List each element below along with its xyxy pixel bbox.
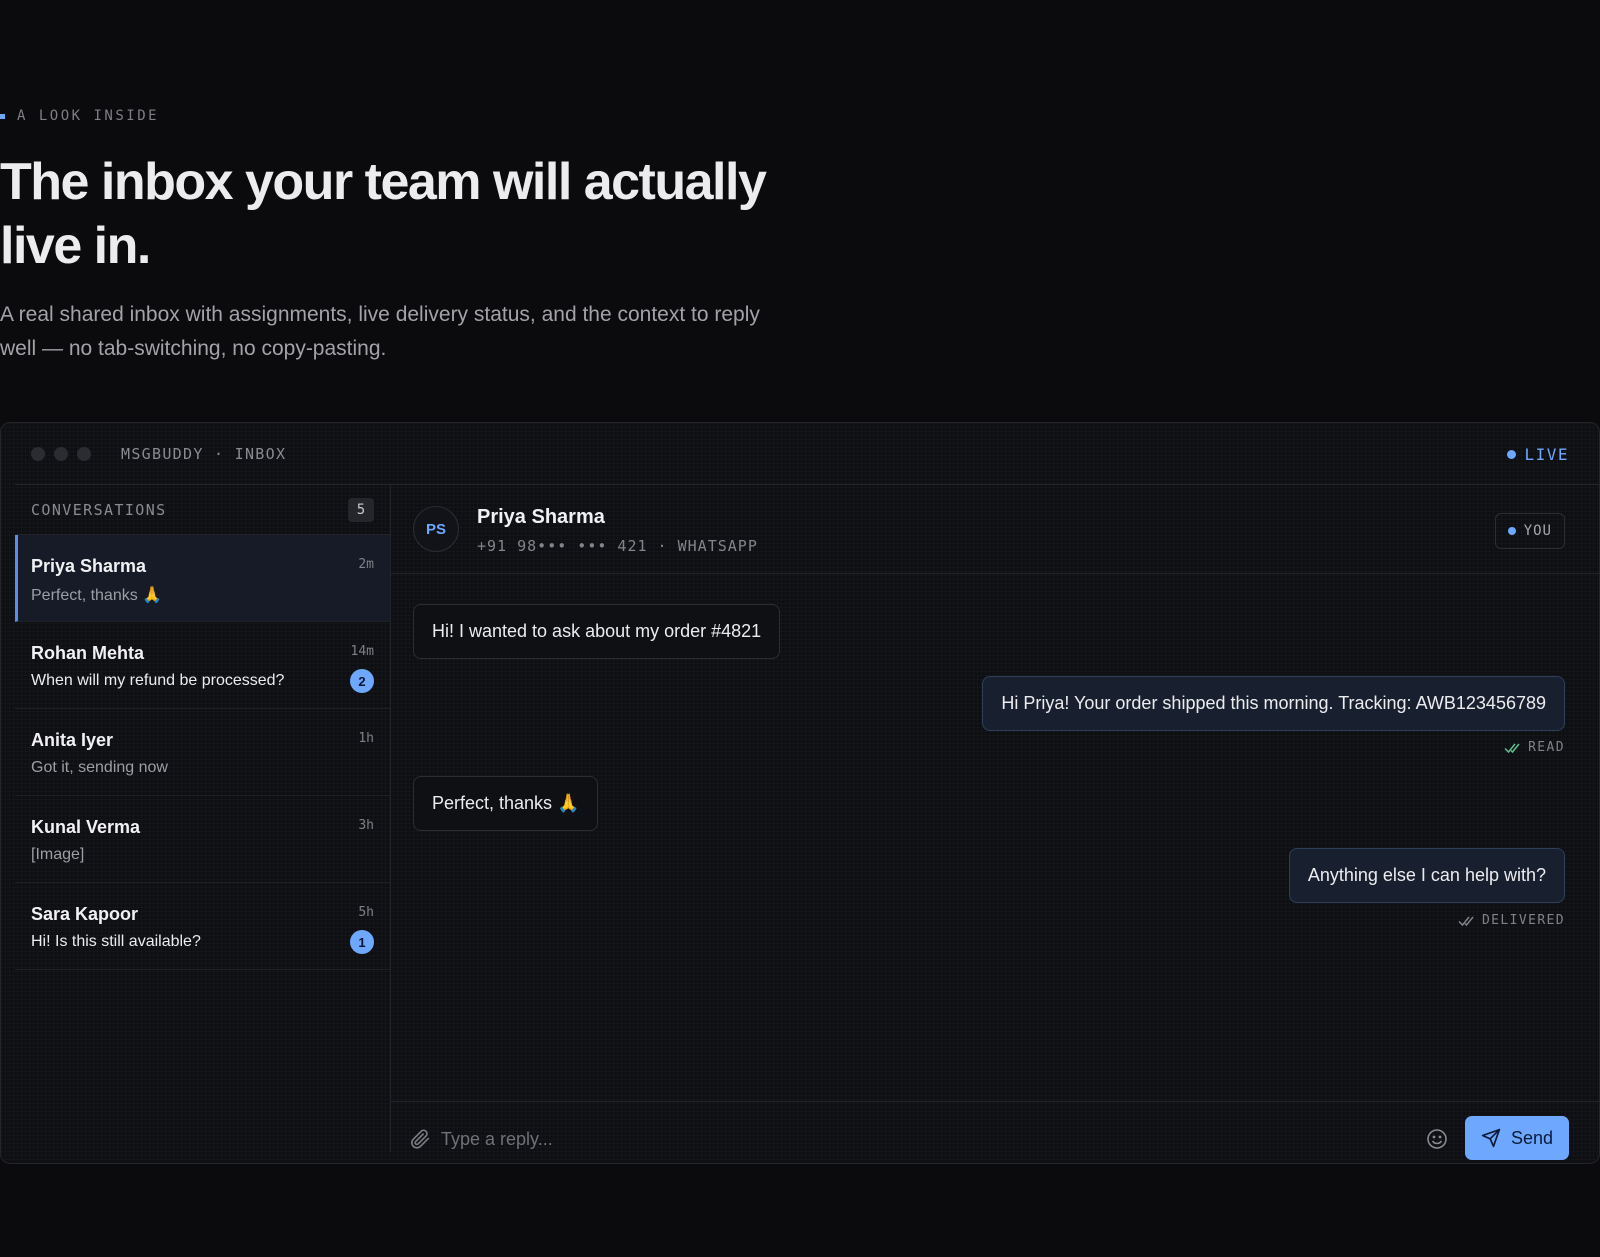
message-status-label: READ: [1528, 740, 1565, 755]
conversation-item[interactable]: Rohan Mehta 14m When will my refund be p…: [15, 622, 390, 709]
conversation-preview: Got it, sending now: [31, 759, 168, 776]
window-dot-maximize: [77, 446, 91, 461]
double-check-icon: [1504, 743, 1520, 753]
window-titlebar: MSGBUDDY · INBOX: [15, 423, 1599, 485]
conversation-preview: Perfect, thanks 🙏: [31, 587, 163, 604]
assignee-dot-icon: [1507, 527, 1516, 535]
sidebar-title: CONVERSATIONS: [31, 500, 167, 519]
conversation-time: 14m: [350, 644, 374, 659]
sidebar-header: CONVERSATIONS 5: [15, 485, 390, 535]
conversation-name: Sara Kapoor: [31, 904, 139, 924]
avatar: PS: [413, 506, 459, 552]
reply-input[interactable]: [441, 1122, 1341, 1156]
message-thread: Hi! I wanted to ask about my order #4821…: [391, 574, 1599, 1064]
conversation-item[interactable]: Kunal Verma 3h [Image]: [15, 796, 390, 883]
conversation-name: Rohan Mehta: [31, 643, 145, 663]
send-button[interactable]: Send: [1465, 1116, 1569, 1160]
window-dot-close: [31, 446, 45, 461]
message-bubble-incoming: Perfect, thanks 🙏: [413, 776, 599, 831]
hero-subhead: A real shared inbox with assignments, li…: [0, 303, 760, 360]
live-label: LIVE: [1524, 445, 1569, 464]
conversation-item[interactable]: Sara Kapoor 5h Hi! Is this still availab…: [15, 883, 390, 970]
chat-header: PS Priya Sharma +91 98••• ••• 421 · WHAT…: [391, 485, 1599, 574]
live-indicator: LIVE: [1507, 445, 1569, 464]
window-controls: [31, 446, 91, 461]
conversation-count-badge: 5: [348, 497, 374, 522]
send-icon: [1481, 1128, 1501, 1148]
double-check-icon: [1458, 916, 1474, 926]
assignee-button[interactable]: YOU: [1494, 513, 1565, 549]
window-title: MSGBUDDY · INBOX: [121, 444, 287, 463]
conversation-time: 2m: [358, 557, 374, 572]
message-bubble-incoming: Hi! I wanted to ask about my order #4821: [413, 604, 781, 659]
message-bubble-outgoing: Anything else I can help with?: [1288, 848, 1565, 903]
inbox-window: MSGBUDDY · INBOX LIVE CONVERSATIONS 5 Pr…: [0, 422, 1600, 1164]
conversation-time: 5h: [358, 905, 374, 920]
conversation-time: 3h: [358, 818, 374, 833]
message-status: READ: [1504, 740, 1565, 755]
window-dot-minimize: [54, 446, 68, 461]
conversation-sidebar: CONVERSATIONS 5 Priya Sharma 2m Perfect,…: [15, 485, 391, 1152]
hero-headline: The inbox your team will actually live i…: [0, 153, 767, 275]
message-status: DELIVERED: [1458, 913, 1565, 928]
conversation-name: Anita Iyer: [31, 730, 114, 750]
contact-meta: +91 98••• ••• 421 · WHATSAPP: [477, 537, 758, 555]
section-eyebrow: A LOOK INSIDE: [0, 108, 159, 124]
smiley-icon[interactable]: [1425, 1127, 1449, 1156]
conversation-item[interactable]: Anita Iyer 1h Got it, sending now: [15, 709, 390, 796]
conversation-preview: When will my refund be processed?: [31, 672, 285, 689]
assignee-label: YOU: [1523, 523, 1552, 539]
unread-badge: 1: [350, 930, 374, 954]
eyebrow-text: A LOOK INSIDE: [17, 108, 160, 124]
contact-name: Priya Sharma: [477, 506, 605, 528]
message-status-label: DELIVERED: [1481, 913, 1565, 928]
send-label: Send: [1510, 1127, 1554, 1148]
paperclip-icon[interactable]: [409, 1128, 431, 1155]
eyebrow-marker: [0, 113, 5, 119]
conversation-item[interactable]: Priya Sharma 2m Perfect, thanks 🙏: [15, 535, 390, 622]
message-bubble-outgoing: Hi Priya! Your order shipped this mornin…: [982, 676, 1565, 731]
chat-panel: PS Priya Sharma +91 98••• ••• 421 · WHAT…: [391, 485, 1599, 1160]
conversation-preview: Hi! Is this still available?: [31, 933, 201, 950]
conversation-time: 1h: [358, 731, 374, 746]
unread-badge: 2: [350, 669, 374, 693]
reply-composer: Send: [391, 1101, 1599, 1163]
live-dot-icon: [1507, 450, 1517, 459]
conversation-name: Kunal Verma: [31, 817, 141, 837]
conversation-name: Priya Sharma: [31, 556, 147, 576]
conversation-preview: [Image]: [31, 846, 85, 863]
